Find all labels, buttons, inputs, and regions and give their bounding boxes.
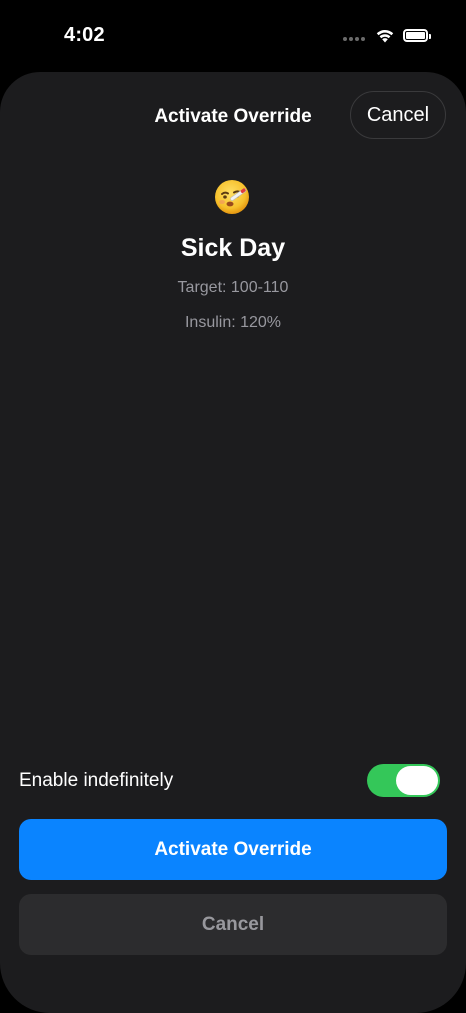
wifi-icon: [376, 29, 394, 43]
cellular-signal-icon: [343, 31, 365, 41]
sick-face-icon: [215, 180, 249, 214]
override-sheet: Activate Override Cancel Sick Day Target…: [0, 72, 466, 1013]
screen: 4:02 Activate Override Cancel Sick Day T…: [0, 0, 466, 1013]
enable-indefinitely-toggle[interactable]: [367, 764, 440, 797]
preset-name: Sick Day: [180, 234, 286, 262]
status-time: 4:02: [64, 24, 105, 46]
insulin-percent-text: Insulin: 120%: [184, 314, 282, 331]
status-icons: [343, 28, 431, 43]
target-range-text: Target: 100-110: [177, 279, 289, 296]
activate-override-button[interactable]: Activate Override: [19, 819, 447, 880]
enable-indefinitely-label: Enable indefinitely: [19, 770, 174, 791]
cancel-nav-button[interactable]: Cancel: [350, 91, 446, 139]
toggle-knob: [396, 766, 438, 795]
battery-icon: [403, 29, 431, 42]
cancel-button[interactable]: Cancel: [19, 894, 447, 955]
